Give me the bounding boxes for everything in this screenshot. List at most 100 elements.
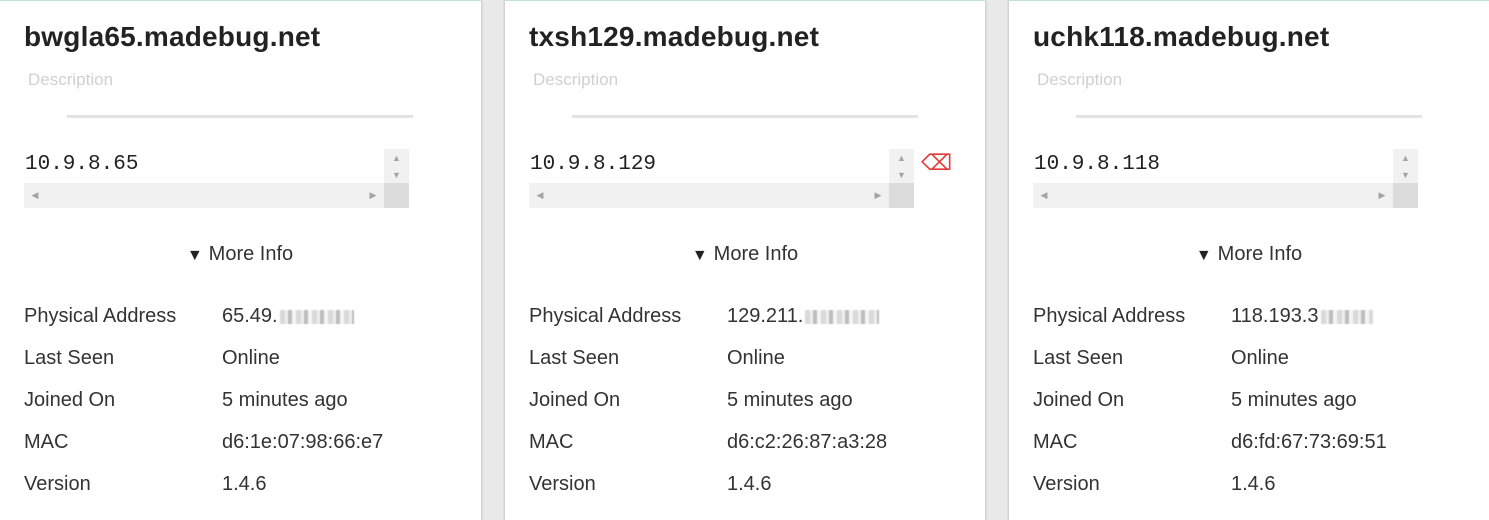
ip-address-field[interactable]: 10.9.8.65 ▲ ▼ ◀ ▶ [24,149,409,208]
node-title: txsh129.madebug.net [529,21,820,52]
triangle-down-icon: ▼ [691,247,708,264]
info-row-mac: MAC d6:1e:07:98:66:e7 [24,427,464,469]
info-row-joined-on: Joined On 5 minutes ago [529,385,969,427]
scroll-left-icon[interactable]: ◀ [531,183,549,208]
node-title: uchk118.madebug.net [1033,21,1330,52]
scroll-left-icon[interactable]: ◀ [26,183,44,208]
info-value: 129.211. [727,305,880,328]
divider [67,115,413,118]
info-label: MAC [529,431,574,453]
info-row-mac: MAC d6:fd:67:73:69:51 [1033,427,1473,469]
info-value: 5 minutes ago [1231,389,1357,411]
info-row-physical-address: Physical Address 65.49. [24,301,464,343]
scrollbar-corner [889,183,914,208]
horizontal-scrollbar[interactable]: ◀ ▶ [1033,183,1393,208]
redacted-block [805,309,880,324]
info-label: Version [24,473,91,495]
more-info-toggle[interactable]: ▼ More Info [1009,243,1489,266]
description-input[interactable] [26,63,416,97]
info-row-physical-address: Physical Address 118.193.3 [1033,301,1473,343]
vertical-scrollbar[interactable]: ▲ ▼ [889,149,914,183]
info-row-version: Version 1.4.6 [1033,469,1473,511]
info-label: Last Seen [1033,347,1124,369]
info-value: 1.4.6 [1231,473,1276,495]
info-value: 5 minutes ago [222,389,348,411]
scroll-right-icon[interactable]: ▶ [869,183,887,208]
info-label: Version [1033,473,1100,495]
info-row-joined-on: Joined On 5 minutes ago [1033,385,1473,427]
node-card: uchk118.madebug.net 10.9.8.118 ▲ ▼ ◀ ▶ ▼… [1009,0,1489,520]
description-input[interactable] [1035,63,1425,97]
vertical-scrollbar[interactable]: ▲ ▼ [384,149,409,183]
redacted-block [279,309,354,324]
info-table: Physical Address 129.211. Last Seen Onli… [529,301,969,511]
info-row-joined-on: Joined On 5 minutes ago [24,385,464,427]
horizontal-scrollbar[interactable]: ◀ ▶ [24,183,384,208]
info-label: Joined On [1033,389,1125,411]
info-table: Physical Address 118.193.3 Last Seen Onl… [1033,301,1473,511]
info-label: MAC [1033,431,1078,453]
scroll-right-icon[interactable]: ▶ [364,183,382,208]
page: bwgla65.madebug.net 10.9.8.65 ▲ ▼ ◀ ▶ ▼ M… [0,0,1489,520]
scroll-up-icon[interactable]: ▲ [1393,149,1418,166]
info-value: d6:1e:07:98:66:e7 [222,431,384,453]
scroll-right-icon[interactable]: ▶ [1373,183,1391,208]
info-value: 65.49. [222,305,354,328]
triangle-down-icon: ▼ [186,247,203,264]
scroll-up-icon[interactable]: ▲ [384,149,409,166]
divider [1076,115,1422,118]
info-value: 118.193.3 [1231,305,1373,328]
ip-address-field[interactable]: 10.9.8.129 ▲ ▼ ◀ ▶ [529,149,914,208]
info-value: Online [1231,347,1289,369]
description-input[interactable] [531,63,921,97]
backspace-icon[interactable]: ⌫ [921,151,952,175]
node-title: bwgla65.madebug.net [24,21,321,52]
ip-address-text: 10.9.8.129 [530,153,657,176]
info-value: 5 minutes ago [727,389,853,411]
info-label: Last Seen [529,347,620,369]
info-row-last-seen: Last Seen Online [529,343,969,385]
info-value: Online [222,347,280,369]
more-info-toggle[interactable]: ▼ More Info [0,243,480,266]
scroll-up-icon[interactable]: ▲ [889,149,914,166]
info-row-last-seen: Last Seen Online [24,343,464,385]
triangle-down-icon: ▼ [1195,247,1212,264]
info-value: Online [727,347,785,369]
scroll-down-icon[interactable]: ▼ [384,166,409,183]
info-label: Last Seen [24,347,115,369]
info-row-mac: MAC d6:c2:26:87:a3:28 [529,427,969,469]
info-label: MAC [24,431,69,453]
ip-address-field[interactable]: 10.9.8.118 ▲ ▼ ◀ ▶ [1033,149,1418,208]
physical-address-value: 65.49. [222,305,278,327]
info-value: 1.4.6 [222,473,267,495]
info-label: Physical Address [1033,305,1186,327]
info-row-version: Version 1.4.6 [529,469,969,511]
more-info-label: More Info [1217,243,1303,265]
physical-address-value: 129.211. [727,305,804,327]
info-label: Joined On [24,389,116,411]
scroll-down-icon[interactable]: ▼ [889,166,914,183]
more-info-label: More Info [208,243,294,265]
redacted-block [1320,309,1373,324]
node-card: bwgla65.madebug.net 10.9.8.65 ▲ ▼ ◀ ▶ ▼ M… [0,0,481,520]
info-label: Physical Address [529,305,682,327]
vertical-scrollbar[interactable]: ▲ ▼ [1393,149,1418,183]
divider [572,115,918,118]
scroll-down-icon[interactable]: ▼ [1393,166,1418,183]
info-label: Version [529,473,596,495]
scrollbar-corner [1393,183,1418,208]
scroll-left-icon[interactable]: ◀ [1035,183,1053,208]
ip-address-text: 10.9.8.65 [25,153,139,176]
scrollbar-corner [384,183,409,208]
info-value: 1.4.6 [727,473,772,495]
more-info-toggle[interactable]: ▼ More Info [505,243,985,266]
info-row-physical-address: Physical Address 129.211. [529,301,969,343]
info-row-last-seen: Last Seen Online [1033,343,1473,385]
info-value: d6:fd:67:73:69:51 [1231,431,1387,453]
node-card: txsh129.madebug.net 10.9.8.129 ▲ ▼ ◀ ▶ ⌫… [505,0,985,520]
info-label: Joined On [529,389,621,411]
horizontal-scrollbar[interactable]: ◀ ▶ [529,183,889,208]
info-row-version: Version 1.4.6 [24,469,464,511]
info-table: Physical Address 65.49. Last Seen Online… [24,301,464,511]
more-info-label: More Info [713,243,799,265]
